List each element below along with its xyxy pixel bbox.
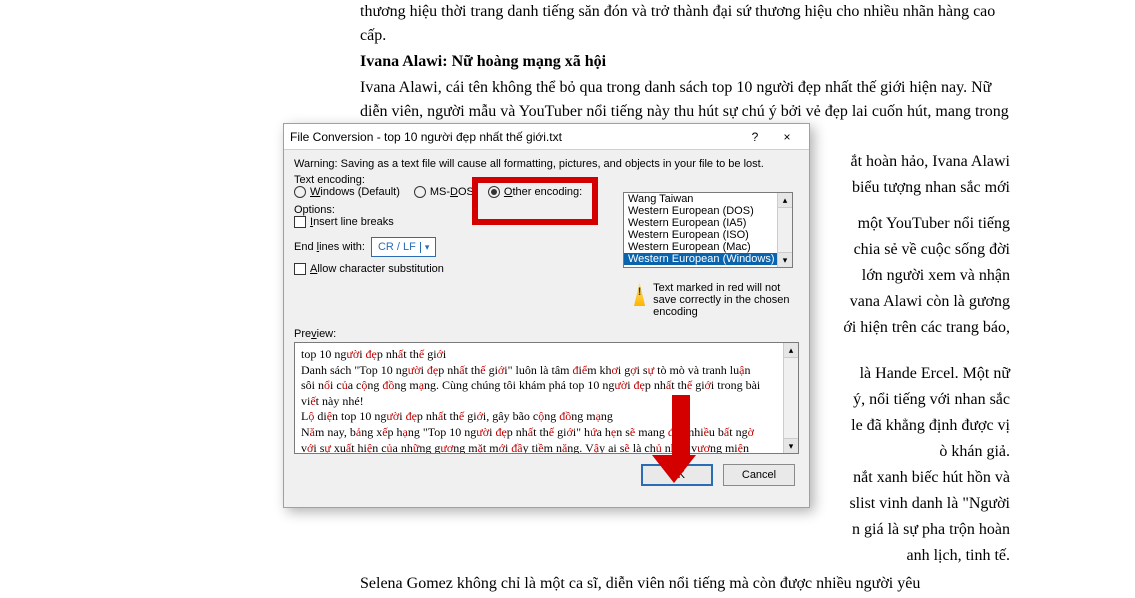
preview-scrollbar[interactable]: ▴ ▾: [783, 343, 798, 453]
encoding-option-selected[interactable]: Western European (Windows): [624, 253, 792, 265]
preview-line: viết này nhé!: [301, 394, 792, 410]
encoding-listbox[interactable]: Wang Taiwan Western European (DOS) Weste…: [623, 192, 793, 268]
radio-msdos[interactable]: MS-DOS: [414, 186, 474, 198]
scroll-down-icon[interactable]: ▾: [784, 438, 798, 453]
preview-line: Lộ diện top 10 người đẹp nhất thế giới, …: [301, 409, 792, 425]
radio-windows[interactable]: Windows (Default): [294, 186, 400, 198]
chevron-down-icon[interactable]: ▾: [420, 242, 434, 253]
radio-windows-label: Windows (Default): [310, 186, 400, 198]
insert-linebreaks-checkbox[interactable]: Insert line breaks: [294, 216, 394, 228]
listbox-scrollbar[interactable]: ▴ ▾: [777, 193, 792, 267]
dialog-titlebar[interactable]: File Conversion - top 10 người đẹp nhất …: [284, 124, 809, 150]
doc-frag: anh lịch, tinh tế.: [360, 544, 1010, 568]
radio-other-label: Other encoding:: [504, 186, 582, 198]
allow-substitution-label: Allow character substitution: [310, 263, 444, 275]
doc-frag: n giá là sự pha trộn hoàn: [360, 518, 1010, 542]
encoding-option[interactable]: Western European (ISO): [624, 229, 792, 241]
encoding-option[interactable]: Wang Taiwan: [624, 193, 792, 205]
preview-line: Năm nay, bảng xếp hạng "Top 10 người đẹp…: [301, 425, 792, 441]
encoding-option[interactable]: Western European (DOS): [624, 205, 792, 217]
dialog-title: File Conversion - top 10 người đẹp nhất …: [290, 130, 739, 144]
radio-msdos-label: MS-DOS: [430, 186, 474, 198]
doc-p7: Selena Gomez không chỉ là một ca sĩ, diễ…: [360, 572, 1010, 596]
dialog-buttons: OK Cancel: [284, 458, 809, 496]
end-lines-combo[interactable]: CR / LF ▾: [371, 237, 436, 257]
encoding-label: Text encoding:: [294, 174, 799, 186]
scroll-down-icon[interactable]: ▾: [778, 252, 792, 267]
cancel-button[interactable]: Cancel: [723, 464, 795, 486]
ok-button[interactable]: OK: [641, 464, 713, 486]
preview-line: Danh sách "Top 10 người đẹp nhất thế giớ…: [301, 363, 792, 379]
encoding-warning-row: Text marked in red will not save correct…: [634, 282, 799, 318]
encoding-option[interactable]: Western European (IA5): [624, 217, 792, 229]
end-lines-label: End lines with:: [294, 241, 365, 253]
file-conversion-dialog: File Conversion - top 10 người đẹp nhất …: [283, 123, 810, 508]
encoding-option[interactable]: Western European (Mac): [624, 241, 792, 253]
dialog-body: Warning: Saving as a text file will caus…: [284, 150, 809, 458]
allow-substitution-checkbox[interactable]: Allow character substitution: [294, 263, 444, 275]
warning-text: Warning: Saving as a text file will caus…: [294, 158, 799, 170]
encoding-warning-text: Text marked in red will not save correct…: [653, 282, 799, 318]
scroll-up-icon[interactable]: ▴: [778, 193, 792, 208]
preview-label: Preview:: [294, 328, 799, 340]
scroll-up-icon[interactable]: ▴: [784, 343, 798, 358]
preview-line: với sự xuất hiện của những gương mặt mới…: [301, 441, 792, 454]
radio-other[interactable]: Other encoding:: [488, 186, 582, 198]
insert-linebreaks-label: Insert line breaks: [310, 216, 394, 228]
doc-p1: thương hiệu thời trang danh tiếng săn đó…: [360, 0, 1010, 48]
preview-line: sôi nổi của cộng đồng mạng. Cùng chúng t…: [301, 378, 792, 394]
warning-icon: [634, 282, 645, 306]
preview-line: top 10 người đẹp nhất thế giới: [301, 347, 792, 363]
close-button[interactable]: ×: [771, 130, 803, 144]
preview-box: top 10 người đẹp nhất thế giới Danh sách…: [294, 342, 799, 454]
doc-h1: Ivana Alawi: Nữ hoàng mạng xã hội: [360, 50, 1010, 74]
end-lines-value: CR / LF: [374, 241, 420, 253]
help-button[interactable]: ?: [739, 130, 771, 144]
